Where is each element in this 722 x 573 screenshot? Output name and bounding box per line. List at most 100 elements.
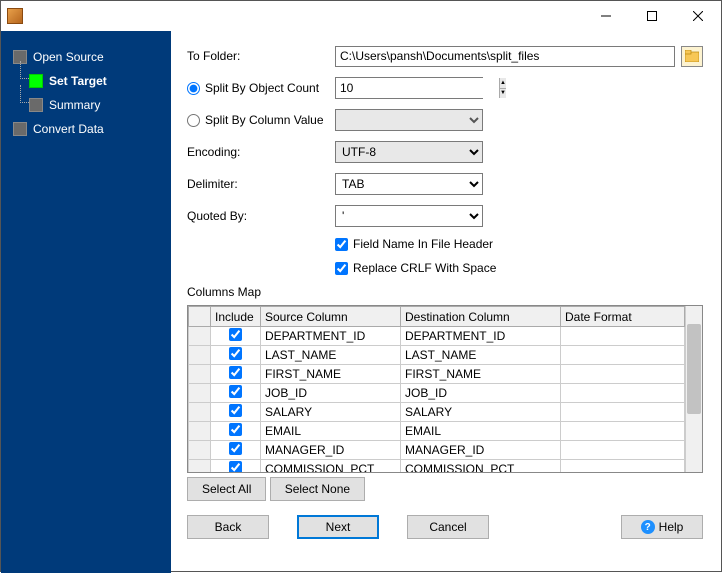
- include-checkbox[interactable]: [229, 404, 242, 417]
- minimize-button[interactable]: [583, 1, 629, 31]
- include-cell[interactable]: [211, 403, 261, 422]
- dest-cell[interactable]: EMAIL: [401, 422, 561, 441]
- select-all-button[interactable]: Select All: [187, 477, 266, 501]
- header-source[interactable]: Source Column: [261, 307, 401, 327]
- help-icon: ?: [641, 520, 655, 534]
- row-header[interactable]: [189, 441, 211, 460]
- row-header[interactable]: [189, 327, 211, 346]
- folder-icon: [685, 50, 699, 62]
- fmt-cell[interactable]: [561, 327, 685, 346]
- include-cell[interactable]: [211, 346, 261, 365]
- cancel-button[interactable]: Cancel: [407, 515, 489, 539]
- include-cell[interactable]: [211, 441, 261, 460]
- help-button[interactable]: ? Help: [621, 515, 703, 539]
- delimiter-select[interactable]: TAB: [335, 173, 483, 195]
- delimiter-label: Delimiter:: [187, 177, 335, 191]
- close-button[interactable]: [675, 1, 721, 31]
- split-by-count-radio[interactable]: [187, 82, 200, 95]
- fmt-cell[interactable]: [561, 460, 685, 473]
- replace-crlf-check-label[interactable]: Replace CRLF With Space: [335, 261, 703, 275]
- object-count-input[interactable]: [336, 78, 499, 98]
- dest-cell[interactable]: DEPARTMENT_ID: [401, 327, 561, 346]
- source-cell[interactable]: LAST_NAME: [261, 346, 401, 365]
- source-cell[interactable]: COMMISSION_PCT: [261, 460, 401, 473]
- quoted-by-select[interactable]: ': [335, 205, 483, 227]
- help-label: Help: [659, 520, 684, 534]
- replace-crlf-checkbox[interactable]: [335, 262, 348, 275]
- nav-summary[interactable]: Summary: [1, 93, 171, 117]
- table-row[interactable]: LAST_NAMELAST_NAME: [189, 346, 685, 365]
- back-button[interactable]: Back: [187, 515, 269, 539]
- split-by-column-radio[interactable]: [187, 114, 200, 127]
- select-none-button[interactable]: Select None: [270, 477, 365, 501]
- fmt-cell[interactable]: [561, 346, 685, 365]
- split-column-select[interactable]: [335, 109, 483, 131]
- row-header[interactable]: [189, 403, 211, 422]
- table-row[interactable]: JOB_IDJOB_ID: [189, 384, 685, 403]
- header-include[interactable]: Include: [211, 307, 261, 327]
- nav-label: Convert Data: [33, 122, 104, 136]
- nav-convert-data[interactable]: Convert Data: [1, 117, 171, 141]
- split-by-column-radio-label[interactable]: Split By Column Value: [187, 113, 335, 127]
- table-row[interactable]: EMAILEMAIL: [189, 422, 685, 441]
- table-row[interactable]: COMMISSION_PCTCOMMISSION_PCT: [189, 460, 685, 473]
- next-button[interactable]: Next: [297, 515, 379, 539]
- fmt-cell[interactable]: [561, 403, 685, 422]
- source-cell[interactable]: EMAIL: [261, 422, 401, 441]
- include-checkbox[interactable]: [229, 423, 242, 436]
- row-header[interactable]: [189, 422, 211, 441]
- fmt-cell[interactable]: [561, 365, 685, 384]
- grid-scrollbar[interactable]: [685, 306, 702, 472]
- include-cell[interactable]: [211, 327, 261, 346]
- source-cell[interactable]: MANAGER_ID: [261, 441, 401, 460]
- header-format[interactable]: Date Format: [561, 307, 685, 327]
- source-cell[interactable]: SALARY: [261, 403, 401, 422]
- app-icon: [7, 8, 23, 24]
- spinner-down[interactable]: ▼: [500, 89, 506, 99]
- titlebar: [1, 1, 721, 31]
- fmt-cell[interactable]: [561, 441, 685, 460]
- include-checkbox[interactable]: [229, 347, 242, 360]
- encoding-select[interactable]: UTF-8: [335, 141, 483, 163]
- include-cell[interactable]: [211, 460, 261, 473]
- scrollbar-thumb[interactable]: [687, 324, 701, 414]
- row-header[interactable]: [189, 460, 211, 473]
- browse-folder-button[interactable]: [681, 46, 703, 67]
- split-by-count-radio-label[interactable]: Split By Object Count: [187, 81, 335, 95]
- include-cell[interactable]: [211, 365, 261, 384]
- source-cell[interactable]: FIRST_NAME: [261, 365, 401, 384]
- include-cell[interactable]: [211, 384, 261, 403]
- row-header[interactable]: [189, 365, 211, 384]
- table-row[interactable]: DEPARTMENT_IDDEPARTMENT_ID: [189, 327, 685, 346]
- field-header-checkbox[interactable]: [335, 238, 348, 251]
- source-cell[interactable]: DEPARTMENT_ID: [261, 327, 401, 346]
- include-checkbox[interactable]: [229, 366, 242, 379]
- to-folder-input[interactable]: [335, 46, 675, 67]
- dest-cell[interactable]: FIRST_NAME: [401, 365, 561, 384]
- dest-cell[interactable]: SALARY: [401, 403, 561, 422]
- object-count-spinner[interactable]: ▲ ▼: [335, 77, 483, 99]
- include-checkbox[interactable]: [229, 442, 242, 455]
- dest-cell[interactable]: COMMISSION_PCT: [401, 460, 561, 473]
- header-dest[interactable]: Destination Column: [401, 307, 561, 327]
- spinner-up[interactable]: ▲: [500, 78, 506, 89]
- row-header[interactable]: [189, 384, 211, 403]
- dest-cell[interactable]: JOB_ID: [401, 384, 561, 403]
- include-checkbox[interactable]: [229, 461, 242, 472]
- dest-cell[interactable]: MANAGER_ID: [401, 441, 561, 460]
- fmt-cell[interactable]: [561, 384, 685, 403]
- dest-cell[interactable]: LAST_NAME: [401, 346, 561, 365]
- row-header[interactable]: [189, 346, 211, 365]
- source-cell[interactable]: JOB_ID: [261, 384, 401, 403]
- fmt-cell[interactable]: [561, 422, 685, 441]
- step-icon: [29, 74, 43, 88]
- include-cell[interactable]: [211, 422, 261, 441]
- table-row[interactable]: SALARYSALARY: [189, 403, 685, 422]
- wizard-sidebar: Open Source Set Target Summary Convert D…: [1, 31, 171, 573]
- maximize-button[interactable]: [629, 1, 675, 31]
- table-row[interactable]: FIRST_NAMEFIRST_NAME: [189, 365, 685, 384]
- field-header-check-label[interactable]: Field Name In File Header: [335, 237, 703, 251]
- include-checkbox[interactable]: [229, 385, 242, 398]
- include-checkbox[interactable]: [229, 328, 242, 341]
- table-row[interactable]: MANAGER_IDMANAGER_ID: [189, 441, 685, 460]
